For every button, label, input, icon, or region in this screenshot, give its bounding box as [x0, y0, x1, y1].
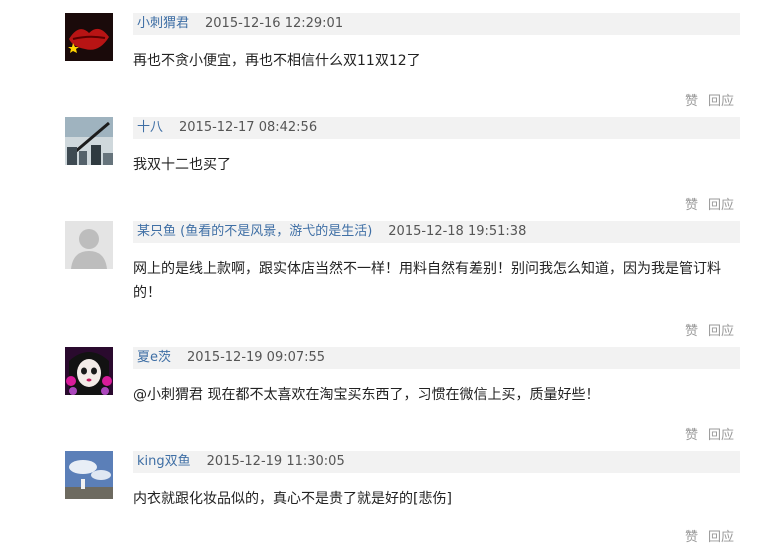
- like-button[interactable]: 赞: [685, 530, 698, 545]
- comment-meta: 十八 2015-12-17 08:42:56: [133, 117, 740, 139]
- sky-photo-avatar-icon: [65, 451, 113, 499]
- avatar[interactable]: [65, 451, 113, 499]
- avatar[interactable]: [65, 13, 113, 61]
- like-button[interactable]: 赞: [685, 198, 698, 213]
- comment-meta: king双鱼 2015-12-19 11:30:05: [133, 451, 740, 473]
- reply-button[interactable]: 回应: [708, 428, 734, 443]
- commenter-name[interactable]: king双鱼: [137, 454, 191, 469]
- comment-text: 我双十二也买了: [133, 157, 231, 173]
- comment-time: 2015-12-17 08:42:56: [179, 120, 318, 135]
- comment-time: 2015-12-19 09:07:55: [187, 350, 326, 365]
- comment-time: 2015-12-16 12:29:01: [205, 16, 344, 31]
- comment-text: 再也不贪小便宜，再也不相信什么双11双12了: [133, 53, 421, 69]
- red-lips-avatar-icon: [65, 13, 113, 61]
- comment-time: 2015-12-19 11:30:05: [206, 454, 345, 469]
- default-user-avatar-icon: [65, 221, 113, 269]
- like-button[interactable]: 赞: [685, 428, 698, 443]
- comment-time: 2015-12-18 19:51:38: [388, 224, 527, 239]
- doll-face-avatar-icon: [65, 347, 113, 395]
- avatar[interactable]: [65, 347, 113, 395]
- comment-actions: 赞回应: [675, 90, 734, 109]
- avatar[interactable]: [65, 117, 113, 165]
- city-photo-avatar-icon: [65, 117, 113, 165]
- commenter-name[interactable]: 夏e茨: [137, 350, 171, 365]
- comment-meta: 夏e茨 2015-12-19 09:07:55: [133, 347, 740, 369]
- commenter-name[interactable]: 十八: [137, 120, 163, 135]
- comment-text: @小刺猬君 现在都不太喜欢在淘宝买东西了，习惯在微信上买，质量好些！: [133, 387, 600, 403]
- comment-text: 内衣就跟化妆品似的，真心不是贵了就是好的[悲伤]: [133, 491, 452, 507]
- comment-actions: 赞回应: [675, 320, 734, 339]
- reply-button[interactable]: 回应: [708, 530, 734, 545]
- comment-actions: 赞回应: [675, 424, 734, 443]
- comment-meta: 某只鱼 (鱼看的不是风景，游弋的是生活) 2015-12-18 19:51:38: [133, 221, 740, 243]
- like-button[interactable]: 赞: [685, 324, 698, 339]
- reply-button[interactable]: 回应: [708, 94, 734, 109]
- comment-text: 网上的是线上款啊，跟实体店当然不一样！用料自然有差别！别问我怎么知道，因为我是管…: [133, 261, 721, 301]
- comment-actions: 赞回应: [675, 526, 734, 545]
- reply-button[interactable]: 回应: [708, 198, 734, 213]
- commenter-name[interactable]: 某只鱼 (鱼看的不是风景，游弋的是生活): [137, 224, 372, 239]
- comment-meta: 小刺猬君 2015-12-16 12:29:01: [133, 13, 740, 35]
- reply-button[interactable]: 回应: [708, 324, 734, 339]
- avatar[interactable]: [65, 221, 113, 269]
- like-button[interactable]: 赞: [685, 94, 698, 109]
- comment-actions: 赞回应: [675, 194, 734, 213]
- commenter-name[interactable]: 小刺猬君: [137, 16, 189, 31]
